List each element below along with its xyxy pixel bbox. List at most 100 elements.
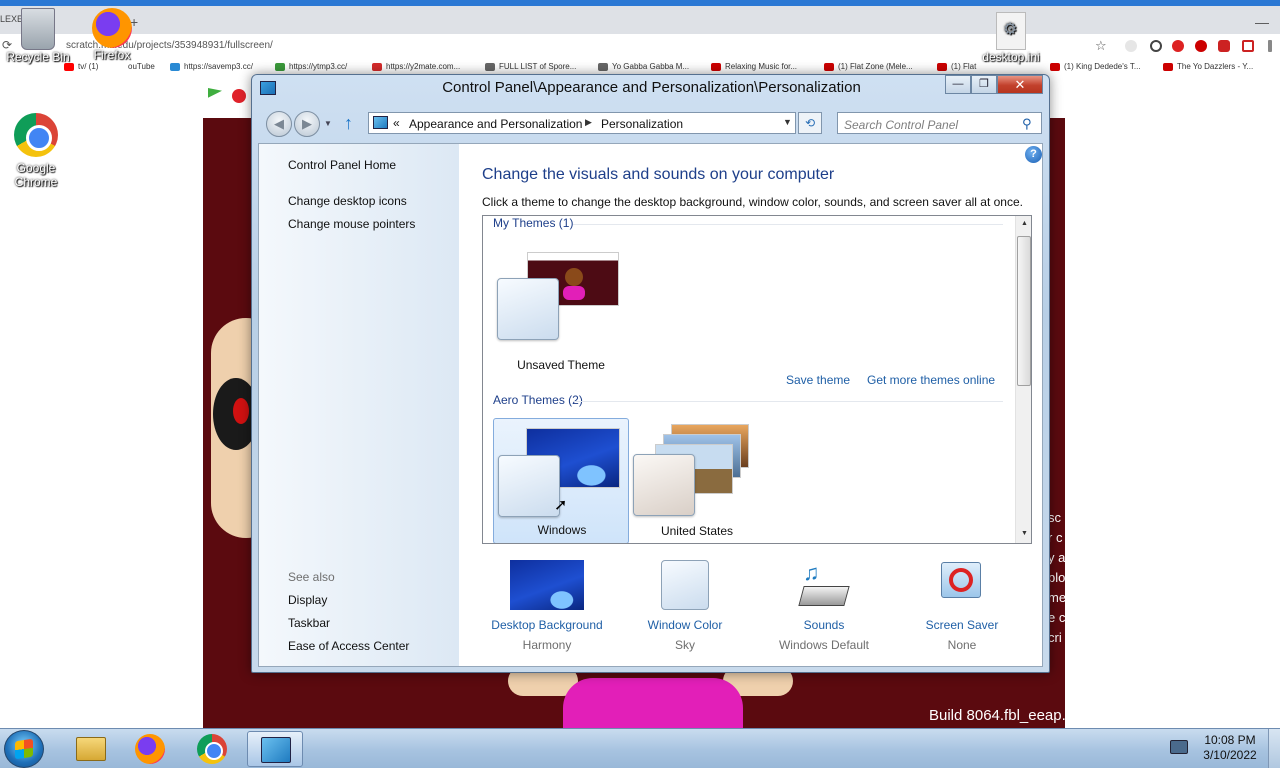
section-divider <box>573 224 1003 225</box>
menu-icon[interactable] <box>1268 40 1272 52</box>
bookmark-star-icon[interactable]: ☆ <box>1095 38 1107 54</box>
chrome-icon <box>197 734 227 764</box>
desktop-background-icon <box>510 560 584 610</box>
mouse-cursor-icon: ➚ <box>554 497 568 514</box>
firefox-icon <box>135 734 165 764</box>
recent-pages-dropdown-icon[interactable]: ▼ <box>324 119 332 128</box>
block-icon[interactable] <box>1150 40 1162 52</box>
left-pane: Control Panel Home Change desktop icons … <box>259 144 459 666</box>
see-also-label: See also <box>288 570 335 584</box>
get-more-themes-link[interactable]: Get more themes online <box>867 373 995 387</box>
theme-list[interactable]: My Themes (1) Unsaved Theme Save theme G… <box>482 215 1032 544</box>
desktop-icon-recycle-bin[interactable]: Recycle Bin <box>2 8 74 64</box>
minimize-button[interactable]: — <box>945 75 971 94</box>
taskbar-chrome-button[interactable] <box>184 731 240 767</box>
taskbar-explorer-button[interactable] <box>62 731 118 767</box>
character-body <box>563 678 743 728</box>
glass-color-swatch <box>497 278 559 340</box>
stop-icon[interactable] <box>232 89 246 103</box>
address-chevron[interactable]: « <box>393 116 400 130</box>
screen-saver-value: None <box>947 638 977 652</box>
link-display[interactable]: Display <box>288 593 327 607</box>
link-control-panel-home[interactable]: Control Panel Home <box>288 158 396 172</box>
maximize-button[interactable]: ❐ <box>971 75 997 94</box>
clock-date: 3/10/2022 <box>1203 748 1257 762</box>
youtube-ext-icon[interactable] <box>1218 40 1230 52</box>
window-controls: — ❐ ✕ <box>945 75 1043 94</box>
search-icon[interactable]: ⚲ <box>1022 116 1032 132</box>
desktop-icon-google-chrome[interactable]: Google Chrome <box>0 113 72 189</box>
show-desktop-button[interactable] <box>1268 729 1280 768</box>
breadcrumb-appearance[interactable]: Appearance and Personalization <box>409 117 582 131</box>
bookmark-item[interactable]: Relaxing Music for... <box>711 62 797 71</box>
address-bar[interactable]: « Appearance and Personalization ▶ Perso… <box>368 112 796 134</box>
desktop-icon-firefox[interactable]: Firefox <box>76 8 148 62</box>
browser-address-bar[interactable]: scratch.mit.edu/projects/353948931/fulls… <box>60 37 1120 55</box>
bookmark-item[interactable]: https://savemp3.cc/ <box>170 62 253 71</box>
close-button[interactable]: ✕ <box>997 75 1043 94</box>
window-color-link[interactable]: Window Color <box>620 618 750 632</box>
start-button[interactable] <box>4 730 44 768</box>
extension-red-icon[interactable] <box>1172 40 1184 52</box>
bookmark-item[interactable]: https://y2mate.com... <box>372 62 460 71</box>
opera-icon[interactable] <box>1195 40 1207 52</box>
section-divider <box>573 401 1003 402</box>
browser-minimize-icon[interactable]: — <box>1255 14 1269 30</box>
link-taskbar[interactable]: Taskbar <box>288 616 330 630</box>
sounds-option[interactable]: ♫ Sounds Windows Default <box>759 560 889 652</box>
screenshot-ext-icon[interactable] <box>1242 40 1254 52</box>
link-ease-of-access[interactable]: Ease of Access Center <box>288 639 409 653</box>
theme-windows[interactable]: ➚ Windows <box>493 418 629 543</box>
save-theme-link[interactable]: Save theme <box>786 373 850 387</box>
scrollbar-thumb[interactable] <box>1017 236 1031 386</box>
screen-saver-option[interactable]: Screen Saver None <box>897 560 1027 652</box>
theme-united-states[interactable]: United States <box>629 418 765 543</box>
scroll-up-icon[interactable]: ▲ <box>1021 220 1028 227</box>
window-color-option[interactable]: Window Color Sky <box>620 560 750 652</box>
breadcrumb-personalization[interactable]: Personalization <box>601 117 683 131</box>
taskbar-control-panel-button[interactable] <box>247 731 303 767</box>
glass-color-swatch <box>498 455 560 517</box>
up-arrow-icon[interactable]: ↑ <box>344 113 353 134</box>
extension-icon[interactable] <box>1125 40 1137 52</box>
theme-list-scrollbar[interactable]: ▲ ▼ <box>1015 216 1031 543</box>
bookmark-item[interactable]: (1) King Dedede's T... <box>1050 62 1141 71</box>
character-thumbnail-head <box>565 268 583 286</box>
bookmark-item[interactable]: (1) Flat Zone (Mele... <box>824 62 913 71</box>
my-themes-header: My Themes (1) <box>493 216 574 230</box>
desktop-background-link[interactable]: Desktop Background <box>482 618 612 632</box>
bookmark-item[interactable]: (1) Flat <box>937 62 976 71</box>
theme-name: United States <box>660 524 734 538</box>
bookmark-item[interactable]: ouTube <box>128 62 155 71</box>
address-dropdown-icon[interactable]: ▼ <box>783 117 792 127</box>
help-icon[interactable]: ? <box>1025 146 1042 163</box>
sounds-link[interactable]: Sounds <box>759 618 889 632</box>
bookmark-item[interactable]: https://ytmp3.cc/ <box>275 62 347 71</box>
taskbar-firefox-button[interactable] <box>122 731 178 767</box>
firefox-icon <box>92 8 132 48</box>
screen-saver-link[interactable]: Screen Saver <box>897 618 1027 632</box>
link-change-desktop-icons[interactable]: Change desktop icons <box>288 194 407 208</box>
sounds-icon: ♫ <box>798 560 850 610</box>
bookmark-item[interactable]: FULL LIST of Spore... <box>485 62 576 71</box>
bookmark-item[interactable]: The Yo Dazzlers - Y... <box>1163 62 1253 71</box>
desktop-background-value: Harmony <box>522 638 572 652</box>
refresh-button[interactable]: ⟲ <box>798 112 822 134</box>
scroll-down-icon[interactable]: ▼ <box>1021 530 1028 537</box>
breadcrumb-separator-icon[interactable]: ▶ <box>585 117 592 128</box>
link-change-mouse-pointers[interactable]: Change mouse pointers <box>288 217 415 231</box>
network-icon[interactable] <box>1170 740 1188 754</box>
taskbar-clock[interactable]: 10:08 PM 3/10/2022 <box>1196 733 1264 763</box>
bookmark-item[interactable]: Yo Gabba Gabba M... <box>598 62 689 71</box>
search-input[interactable] <box>837 112 1042 134</box>
forward-button[interactable]: ▶ <box>294 111 320 137</box>
desktop-icon-desktop-ini[interactable]: desktop.ini <box>975 12 1047 64</box>
page-description: Click a theme to change the desktop back… <box>482 195 1023 209</box>
sounds-value: Windows Default <box>778 638 870 652</box>
screen-saver-icon <box>937 560 987 610</box>
back-button[interactable]: ◀ <box>266 111 292 137</box>
theme-unsaved[interactable]: Unsaved Theme <box>493 236 629 372</box>
control-panel-small-icon <box>373 116 388 129</box>
desktop-background-option[interactable]: Desktop Background Harmony <box>482 560 612 652</box>
window-color-icon <box>661 560 709 610</box>
